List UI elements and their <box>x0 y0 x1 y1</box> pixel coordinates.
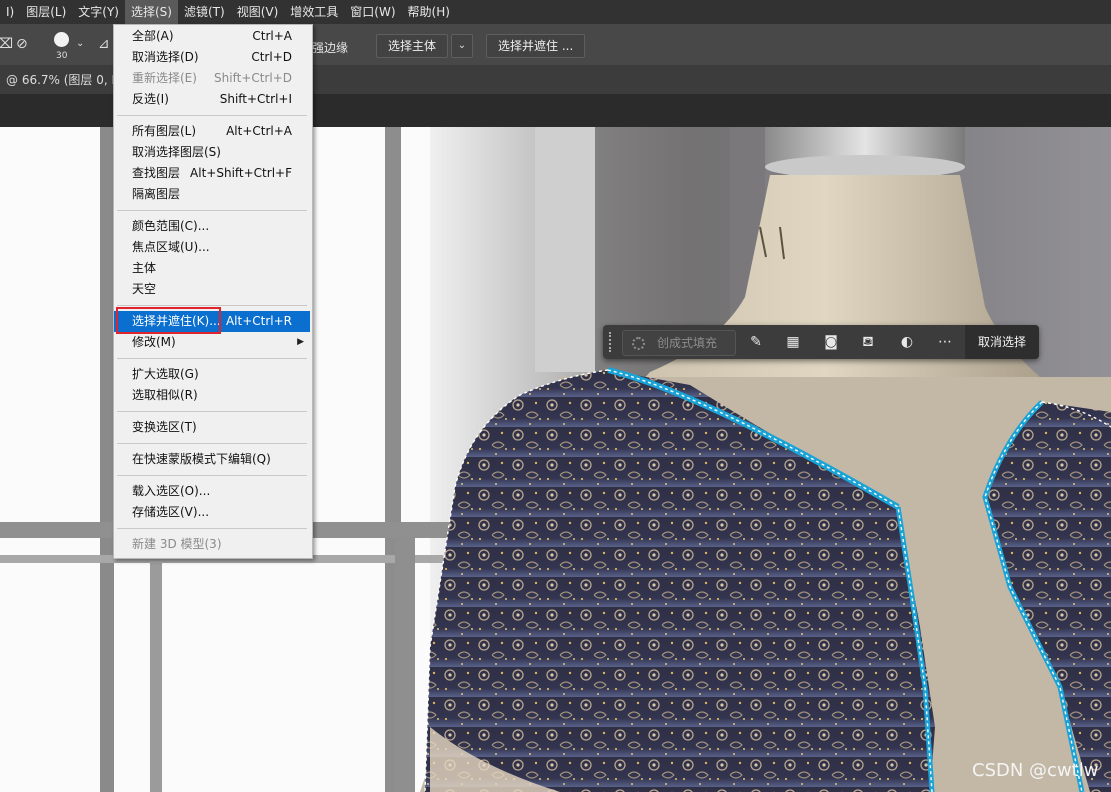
menubar-item[interactable]: I) <box>0 0 20 24</box>
menu-item-label: 扩大选取(G) <box>132 367 199 381</box>
refine-edge-label[interactable]: 强边缘 <box>312 39 348 56</box>
menu-item[interactable]: 隔离图层 <box>114 184 310 205</box>
menu-item-label: 反选(I) <box>132 92 169 106</box>
menu-item[interactable]: 载入选区(O)... <box>114 481 310 502</box>
menubar-item[interactable]: 增效工具 <box>284 0 344 24</box>
menu-item-label: 取消选择(D) <box>132 50 199 64</box>
select-subject-button[interactable]: 选择主体 <box>376 34 449 58</box>
fill-bucket-icon[interactable]: ⛾ <box>859 333 877 351</box>
menu-item-label: 载入选区(O)... <box>132 484 211 498</box>
select-menu: 全部(A) Ctrl+A 取消选择(D) Ctrl+D 重新选择(E) Shift+Ctr… <box>113 24 313 559</box>
menu-item[interactable]: 取消选择图层(S) <box>114 142 310 163</box>
selection-transform-icon[interactable]: ▦ <box>784 333 802 351</box>
menu-item-label: 取消选择图层(S) <box>132 145 221 159</box>
menu-item-label: 重新选择(E) <box>132 71 197 85</box>
menu-item-label: 存储选区(V)... <box>132 505 210 519</box>
menu-item-label: 主体 <box>132 261 157 275</box>
menu-separator <box>117 528 307 529</box>
menu-item-label: 新建 3D 模型(3) <box>132 537 222 551</box>
menu-item[interactable]: 焦点区域(U)... <box>114 237 310 258</box>
menubar-item[interactable]: 选择(S) <box>125 0 178 24</box>
menu-item-label: 修改(M) <box>132 335 176 349</box>
menu-item: 重新选择(E) Shift+Ctrl+D <box>114 68 310 89</box>
menu-item[interactable]: 主体 <box>114 258 310 279</box>
menubar-item[interactable]: 图层(L) <box>20 0 72 24</box>
menubar-item[interactable]: 文字(Y) <box>72 0 125 24</box>
menu-item: 新建 3D 模型(3) <box>114 534 310 555</box>
menu-item[interactable]: 颜色范围(C)... <box>114 216 310 237</box>
menu-item[interactable]: 取消选择(D) Ctrl+D <box>114 47 310 68</box>
menu-item-label: 变换选区(T) <box>132 420 197 434</box>
generative-fill-button[interactable]: 创成式填充 <box>622 330 736 356</box>
menu-bar: I) 图层(L) 文字(Y) 选择(S) 滤镜(T) 视图(V) 增效工具 窗口(W) 帮助(H… <box>0 0 1111 24</box>
menu-item[interactable]: 反选(I) Shift+Ctrl+I <box>114 89 310 110</box>
menu-item[interactable]: 存储选区(V)... <box>114 502 310 523</box>
brush-size-value: 30 <box>56 51 68 61</box>
adjustment-icon[interactable]: ◐ <box>898 333 916 351</box>
brush-preview-icon[interactable] <box>54 32 69 47</box>
chevron-down-icon: ⌄ <box>457 40 467 51</box>
menu-item-shortcut: Shift+Ctrl+D <box>214 71 292 85</box>
watermark: CSDN @cwtlw <box>972 760 1099 781</box>
menu-item-shortcut: Ctrl+A <box>252 29 292 43</box>
menu-separator <box>117 210 307 211</box>
select-and-mask-button[interactable]: 选择并遮住 ... <box>486 34 586 58</box>
callout-highlight-box <box>116 307 221 334</box>
menu-item-label: 全部(A) <box>132 29 174 43</box>
menu-item-label: 所有图层(L) <box>132 124 197 138</box>
chevron-down-icon[interactable]: ⌄ <box>76 38 84 49</box>
brush-icon[interactable]: ✎ <box>747 333 765 351</box>
brush-mode-icon[interactable]: ⌧ <box>0 36 13 52</box>
menu-item-label: 查找图层 <box>132 166 181 180</box>
contextual-task-bar: 创成式填充 ✎ ▦ ◙ ⛾ ◐ ⋯ 取消选择 <box>603 325 1039 359</box>
menu-item-shortcut: Alt+Ctrl+R <box>225 314 292 328</box>
menu-item[interactable]: 在快速蒙版模式下编辑(Q) <box>114 449 310 470</box>
menubar-item[interactable]: 帮助(H) <box>402 0 456 24</box>
deselect-button[interactable]: 取消选择 <box>965 325 1039 359</box>
menu-item-shortcut: Ctrl+D <box>251 50 292 64</box>
menu-item[interactable]: 修改(M) ▶ <box>114 332 310 353</box>
menu-item[interactable]: 变换选区(T) <box>114 417 310 438</box>
menu-item-shortcut: Alt+Ctrl+A <box>226 124 292 138</box>
menu-item-label: 天空 <box>132 282 157 296</box>
select-subject-dropdown[interactable]: ⌄ <box>451 34 473 58</box>
menu-separator <box>117 358 307 359</box>
menu-item[interactable]: 查找图层 Alt+Shift+Ctrl+F <box>114 163 310 184</box>
menu-item-shortcut: Shift+Ctrl+I <box>219 92 292 106</box>
generative-fill-label: 创成式填充 <box>657 336 718 350</box>
menubar-item[interactable]: 窗口(W) <box>344 0 401 24</box>
brush-subtract-icon[interactable]: ⊘ <box>16 36 28 52</box>
menu-separator <box>117 411 307 412</box>
menu-separator <box>117 443 307 444</box>
menu-separator <box>117 115 307 116</box>
menu-item-label: 隔离图层 <box>132 187 181 201</box>
more-icon[interactable]: ⋯ <box>936 333 954 351</box>
menu-item[interactable]: 天空 <box>114 279 310 300</box>
generative-fill-icon <box>632 337 645 350</box>
submenu-arrow-icon: ▶ <box>297 337 304 347</box>
menu-item[interactable]: 所有图层(L) Alt+Ctrl+A <box>114 121 310 142</box>
menu-item-label: 选取相似(R) <box>132 388 198 402</box>
menu-item[interactable]: 全部(A) Ctrl+A <box>114 26 310 47</box>
menu-item-label: 颜色范围(C)... <box>132 219 210 233</box>
menubar-item[interactable]: 视图(V) <box>231 0 285 24</box>
menu-separator <box>117 305 307 306</box>
angle-icon[interactable]: ⊿ <box>98 36 110 52</box>
menu-separator <box>117 475 307 476</box>
menu-item-shortcut: Alt+Shift+Ctrl+F <box>190 166 292 180</box>
menu-item[interactable]: 选取相似(R) <box>114 385 310 406</box>
drag-handle-icon[interactable] <box>609 332 614 352</box>
menu-item-label: 在快速蒙版模式下编辑(Q) <box>132 452 271 466</box>
menu-item-label: 焦点区域(U)... <box>132 240 210 254</box>
menu-item[interactable]: 扩大选取(G) <box>114 364 310 385</box>
menubar-item[interactable]: 滤镜(T) <box>178 0 231 24</box>
mask-icon[interactable]: ◙ <box>822 333 840 351</box>
